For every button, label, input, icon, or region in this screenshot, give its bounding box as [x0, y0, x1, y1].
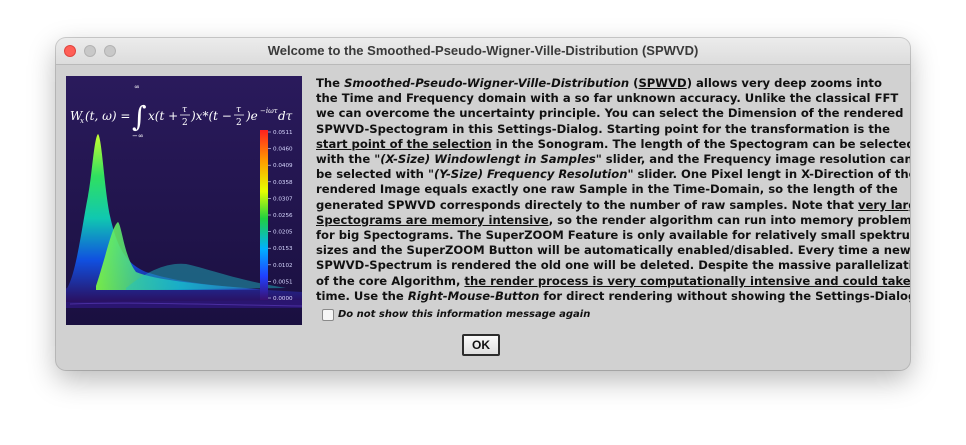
colorbar-tick-label: 0.0153	[273, 246, 293, 252]
message-line: we can overcome the uncertainty principl…	[316, 106, 906, 121]
italic-text: Right-Mouse-Button	[407, 288, 540, 303]
window-title: Welcome to the Smoothed-Pseudo-Wigner-Vi…	[267, 43, 699, 58]
colorbar-tick-label: 0.0460	[273, 147, 293, 153]
svg-text:−iωτ: −iωτ	[260, 107, 278, 115]
colorbar-tick-label: 0.0205	[273, 230, 293, 236]
message-line: start point of the selection in the Sono…	[316, 136, 910, 152]
message-text: of the core Algorithm,	[316, 273, 465, 288]
underlined-text: Spectograms are memory intensive	[316, 212, 549, 227]
svg-text:2: 2	[236, 118, 242, 128]
message-text: sizes and the SuperZOOM Button will be a…	[316, 243, 910, 258]
message-text: in the Sonogram. The length of the Spect…	[491, 136, 910, 151]
colorbar-tick-label: 0.0051	[273, 279, 293, 285]
colorbar-tick-label: 0.0307	[273, 196, 293, 202]
message-text: rendered Image equals exactly one raw Sa…	[316, 182, 898, 197]
message-line: be selected with "(Y-Size) Frequency Res…	[316, 167, 910, 182]
ok-button[interactable]: OK	[462, 334, 500, 356]
message-text: , so the render algorithm can run into m…	[548, 212, 910, 227]
message-line: with the "(X-Size) Windowlengt in Sample…	[316, 152, 910, 167]
message-line: Spectograms are memory intensive, so the…	[316, 212, 910, 228]
svg-text:dτ: dτ	[278, 109, 293, 123]
colorbar-tick-label: 0.0409	[273, 163, 293, 169]
svg-text:∞: ∞	[134, 83, 140, 91]
colorbar-tick-label: 0.0511	[273, 130, 293, 136]
underlined-text: SPWVD	[638, 76, 687, 90]
message-text: for direct rendering without showing the…	[539, 288, 910, 303]
message-line: sizes and the SuperZOOM Button will be a…	[316, 243, 910, 258]
dialog-window: Welcome to the Smoothed-Pseudo-Wigner-Vi…	[56, 38, 910, 370]
message-line: The Smoothed-Pseudo-Wigner-Ville-Distrib…	[316, 76, 906, 91]
message-text: time. Use the	[316, 288, 408, 303]
message-text: generated SPWVD corresponds directely to…	[316, 197, 858, 212]
dont-show-again-checkbox[interactable]	[322, 309, 334, 321]
message-line: generated SPWVD corresponds directely to…	[316, 197, 910, 213]
message-line: the Time and Frequency domain with a so …	[316, 91, 906, 106]
colorbar-tick-label: 0.0256	[273, 213, 293, 219]
spwvd-illustration: W x (t, ω) = ∫ ∞ −∞ x(t + τ 2 )x*(t − τ …	[66, 76, 302, 325]
svg-text:2: 2	[182, 118, 188, 128]
colorbar-gradient	[260, 130, 268, 300]
italic-text: Smoothed-Pseudo-Wigner-Ville-Distributio…	[344, 76, 630, 90]
title-bar[interactable]: Welcome to the Smoothed-Pseudo-Wigner-Vi…	[56, 38, 910, 65]
message-text: with the	[316, 152, 375, 167]
message-text: SPWVD-Spectrum is rendered the old one w…	[316, 258, 910, 273]
message-line: SPWVD-Spectrum is rendered the old one w…	[316, 258, 910, 273]
message-text: slider. One Pixel lengt in X-Direction o…	[633, 167, 910, 182]
svg-text:∫: ∫	[132, 100, 147, 133]
colorbar-tick-label: 0.0000	[273, 296, 293, 302]
message-text: The	[316, 76, 345, 90]
message-text: the Time and Frequency domain with a so …	[316, 91, 899, 106]
colorbar-tick-label: 0.0358	[273, 180, 293, 186]
message-line: SPWVD-Spectogram in this Settings-Dialog…	[316, 122, 906, 137]
message-text: slider, and the Frequency image resoluti…	[601, 152, 910, 167]
svg-text:)x*(t −: )x*(t −	[190, 109, 232, 123]
message-text: ) allows very deep zooms into	[686, 76, 882, 90]
italic-text: "(X-Size) Windowlengt in Samples"	[374, 152, 602, 167]
svg-text:(t, ω) =: (t, ω) =	[85, 109, 130, 123]
message-text: SPWVD-Spectogram in this Settings-Dialog…	[316, 121, 890, 136]
info-message-text: The Smoothed-Pseudo-Wigner-Ville-Distrib…	[316, 76, 910, 304]
underlined-text: the render process is very computational…	[464, 273, 910, 288]
message-text: we can overcome the uncertainty principl…	[316, 106, 904, 121]
underlined-text: very large	[858, 197, 910, 212]
underlined-text: start point of the selection	[316, 136, 492, 151]
message-line: rendered Image equals exactly one raw Sa…	[316, 182, 906, 197]
message-text: be selected with	[316, 167, 428, 182]
svg-text:)e: )e	[245, 109, 258, 123]
dont-show-again-label[interactable]: Do not show this information message aga…	[338, 308, 590, 321]
svg-text:−∞: −∞	[132, 132, 144, 140]
message-line: for big Spectograms. The SuperZOOM Featu…	[316, 228, 910, 243]
colorbar-tick-label: 0.0102	[273, 263, 293, 269]
message-text: for big Spectograms. The SuperZOOM Featu…	[316, 228, 910, 243]
message-line: time. Use the Right-Mouse-Button for dir…	[316, 288, 910, 304]
svg-text:x(t +: x(t +	[148, 109, 178, 123]
italic-text: "(Y-Size) Frequency Resolution"	[427, 167, 634, 182]
message-line: of the core Algorithm, the render proces…	[316, 273, 910, 289]
svg-text:x: x	[80, 117, 84, 125]
